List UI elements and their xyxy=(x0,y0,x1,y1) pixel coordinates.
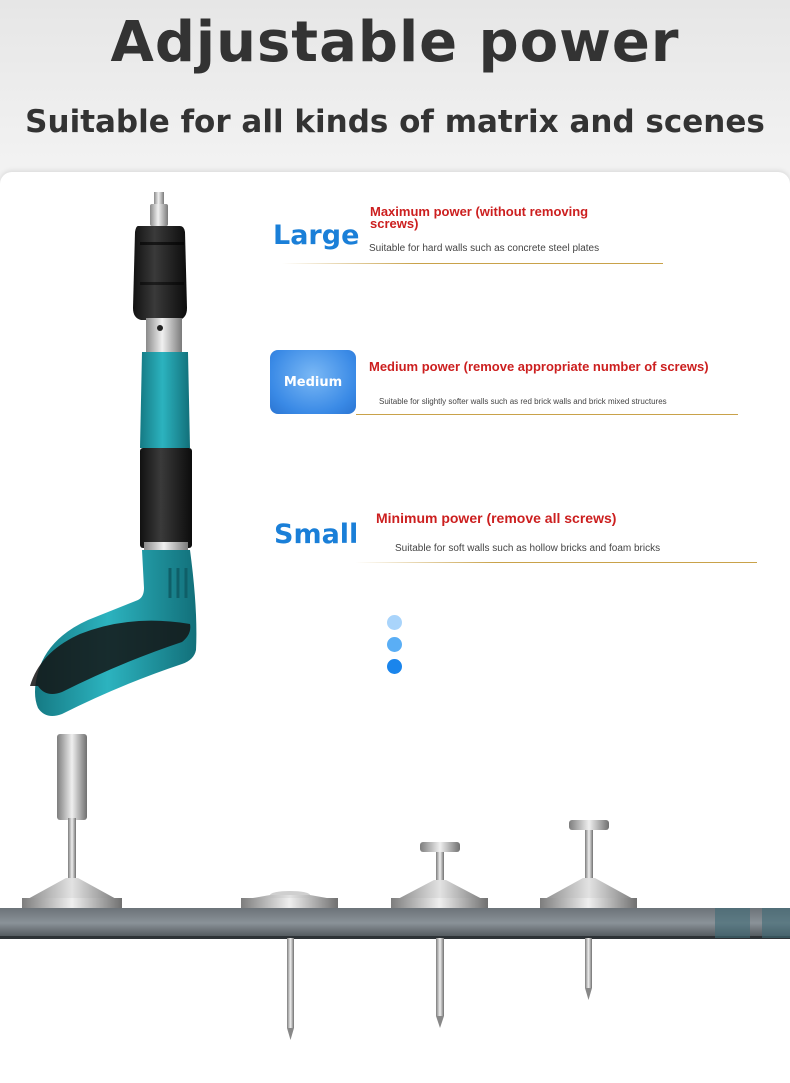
concrete-board-icon xyxy=(0,734,790,1040)
large-divider xyxy=(282,263,663,264)
small-label: Small xyxy=(274,519,359,550)
page-title: Adjustable power xyxy=(110,10,680,75)
small-power-title: Minimum power (remove all screws) xyxy=(376,510,617,526)
large-label: Large xyxy=(273,220,360,251)
small-divider xyxy=(355,562,757,563)
header-banner: Adjustable power Suitable for all kinds … xyxy=(0,0,790,190)
medium-divider xyxy=(356,414,738,415)
indicator-dot-3 xyxy=(387,659,402,674)
large-power-title: Maximum power (without removing screws) xyxy=(370,204,589,231)
page-subtitle: Suitable for all kinds of matrix and sce… xyxy=(25,104,765,140)
medium-label: Medium xyxy=(283,374,343,390)
nail-gun-icon xyxy=(30,192,197,716)
medium-power-title: Medium power (remove appropriate number … xyxy=(369,359,709,374)
medium-badge: Medium xyxy=(270,350,356,414)
medium-power-description: Suitable for slightly softer walls such … xyxy=(379,397,667,406)
indicator-dot-2 xyxy=(387,637,402,652)
indicator-dot-1 xyxy=(387,615,402,630)
large-power-description: Suitable for hard walls such as concrete… xyxy=(369,243,600,254)
small-power-description: Suitable for soft walls such as hollow b… xyxy=(395,543,661,554)
